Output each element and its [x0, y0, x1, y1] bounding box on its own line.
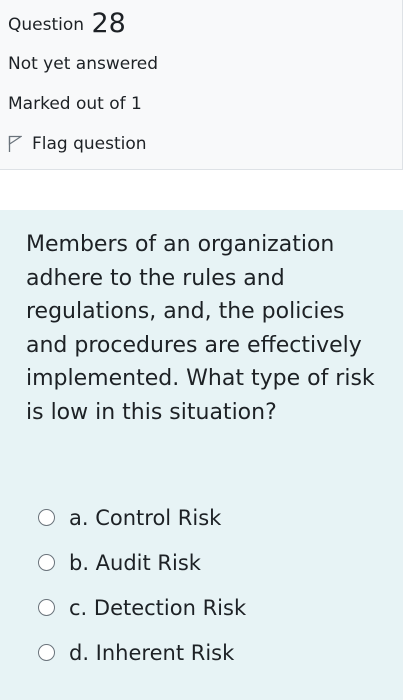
question-label: Question: [8, 15, 85, 35]
question-text: Members of an organization adhere to the…: [26, 232, 375, 425]
question-content-panel: Members of an organization adhere to the…: [0, 210, 403, 700]
flag-icon: [8, 135, 22, 152]
radio-icon[interactable]: [38, 509, 55, 526]
question-number: 28: [91, 8, 126, 39]
flag-question-label: Flag question: [32, 134, 147, 154]
answer-options: a. Control Risk b. Audit Risk c. Detecti…: [38, 495, 378, 675]
radio-icon[interactable]: [38, 554, 55, 571]
radio-icon[interactable]: [38, 599, 55, 616]
question-heading: Question 28: [8, 8, 126, 39]
answer-label: a. Control Risk: [69, 505, 222, 530]
flag-question-link[interactable]: Flag question: [8, 134, 147, 154]
answer-option-b[interactable]: b. Audit Risk: [38, 540, 378, 585]
answer-label: d. Inherent Risk: [69, 640, 235, 665]
question-grade: Marked out of 1: [8, 94, 142, 114]
answer-option-a[interactable]: a. Control Risk: [38, 495, 378, 540]
answer-option-d[interactable]: d. Inherent Risk: [38, 630, 378, 675]
answer-label: b. Audit Risk: [69, 550, 201, 575]
question-state: Not yet answered: [8, 54, 159, 74]
answer-option-c[interactable]: c. Detection Risk: [38, 585, 378, 630]
question-info-panel: Question 28 Not yet answered Marked out …: [0, 0, 403, 170]
answer-label: c. Detection Risk: [69, 595, 247, 620]
radio-icon[interactable]: [38, 644, 55, 661]
